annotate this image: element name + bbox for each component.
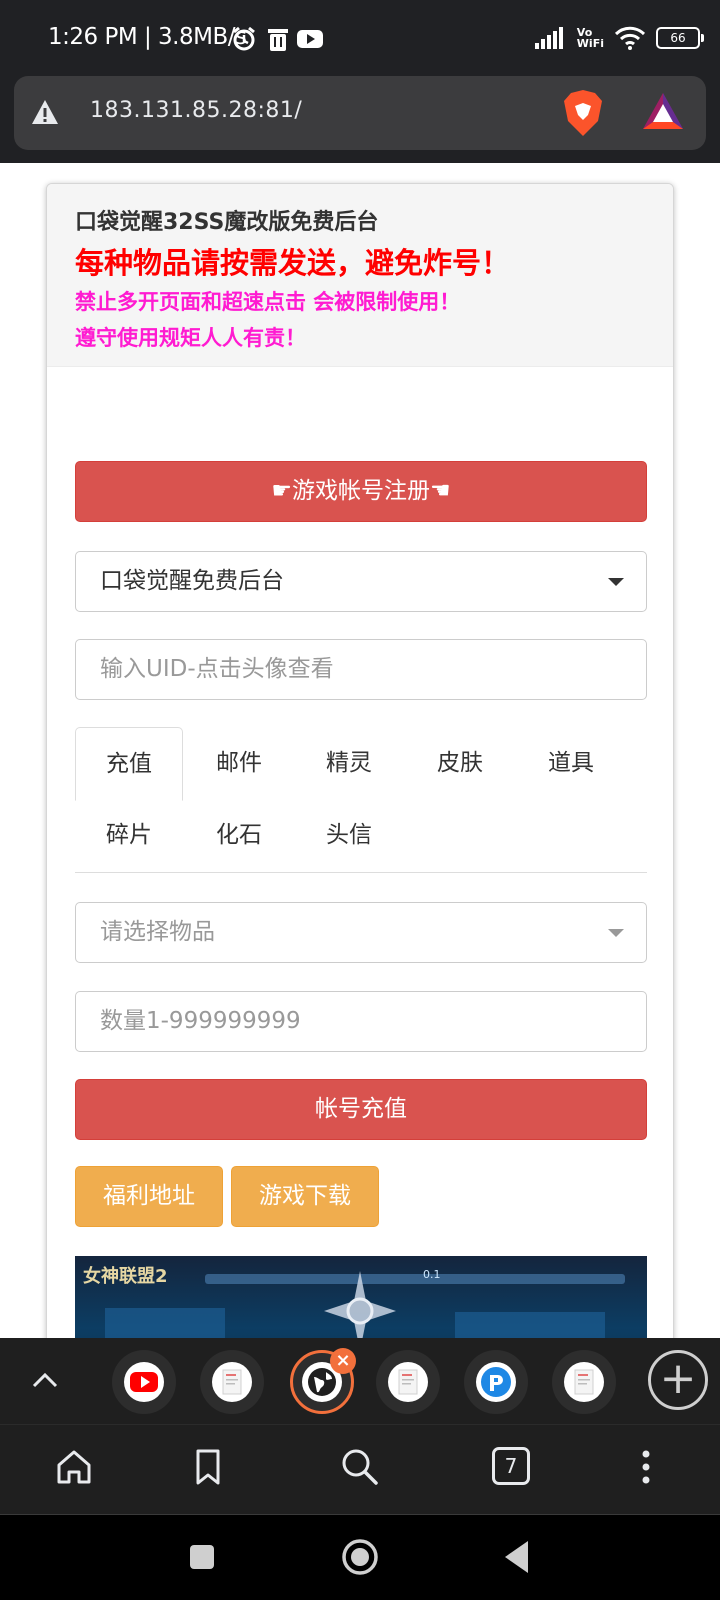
document-icon xyxy=(222,1369,242,1395)
browser-tab-strip: × + xyxy=(0,1338,720,1424)
system-navigation-bar xyxy=(0,1514,720,1600)
browser-toolbar: 7 xyxy=(0,1424,720,1514)
welfare-link-button[interactable]: 福利地址 xyxy=(75,1166,223,1227)
chevron-down-icon xyxy=(608,929,624,937)
tab-fossil[interactable]: 化石 xyxy=(185,799,293,873)
status-time-speed: 1:26 PM | 3.8MB/s xyxy=(48,24,247,50)
youtube-status-icon xyxy=(297,30,323,48)
chevron-up-icon[interactable] xyxy=(28,1364,62,1398)
new-tab-button[interactable]: + xyxy=(648,1350,708,1410)
browser-tab-page-3[interactable] xyxy=(464,1350,528,1414)
home-icon[interactable] xyxy=(52,1445,96,1489)
chevron-down-icon xyxy=(608,578,624,586)
back-icon[interactable] xyxy=(502,1539,532,1575)
battery-icon: 66 xyxy=(656,27,704,49)
search-icon[interactable] xyxy=(338,1445,382,1489)
youtube-icon xyxy=(130,1372,158,1392)
status-right-group: Vo WiFi 66 xyxy=(534,22,704,54)
youtube-favicon xyxy=(124,1362,164,1402)
banner-logo: 女神联盟2 xyxy=(83,1266,168,1287)
bookmark-icon[interactable] xyxy=(186,1445,230,1489)
banner-version: 0.1 xyxy=(423,1268,441,1281)
panel-card: 口袋觉醒32SS魔改版免费后台 每种物品请按需发送，避免炸号！ 禁止多开页面和超… xyxy=(46,183,674,1338)
game-download-button[interactable]: 游戏下载 xyxy=(231,1166,379,1227)
brave-rewards-icon[interactable] xyxy=(640,90,686,134)
address-bar-container: 183.131.85.28:81/ xyxy=(0,76,720,163)
status-bar: 1:26 PM | 3.8MB/s Vo WiFi 66 xyxy=(0,0,720,76)
item-select-placeholder: 请选择物品 xyxy=(100,919,215,945)
browser-tab-youtube[interactable] xyxy=(112,1350,176,1414)
tab-props[interactable]: 道具 xyxy=(517,727,625,801)
tabs-icon[interactable]: 7 xyxy=(492,1447,530,1485)
tab-skin[interactable]: 皮肤 xyxy=(406,727,514,801)
compass-emblem-icon xyxy=(324,1271,396,1338)
header-note-2: 遵守使用规矩人人有责！ xyxy=(75,326,306,350)
uid-input[interactable]: 输入UID-点击头像查看 xyxy=(75,639,647,700)
header-note-1: 禁止多开页面和超速点击 会被限制使用！ xyxy=(75,290,461,314)
quantity-input[interactable]: 数量1-999999999 xyxy=(75,991,647,1052)
panel-header: 口袋觉醒32SS魔改版免费后台 每种物品请按需发送，避免炸号！ 禁止多开页面和超… xyxy=(47,184,673,367)
game-banner-image[interactable]: 女神联盟2 0.1 xyxy=(75,1256,647,1338)
gp-logo-icon xyxy=(481,1367,511,1397)
url-text[interactable]: 183.131.85.28:81/ xyxy=(90,98,302,123)
brave-shields-icon[interactable] xyxy=(560,88,606,138)
browser-tab-page-1[interactable] xyxy=(200,1350,264,1414)
banner-shape-left xyxy=(105,1308,225,1338)
tab-fragments[interactable]: 碎片 xyxy=(75,799,183,873)
header-title: 口袋觉醒32SS魔改版免费后台 xyxy=(75,210,379,235)
more-icon[interactable] xyxy=(624,1445,668,1489)
trash-icon xyxy=(268,29,288,51)
document-icon xyxy=(574,1369,594,1395)
not-secure-warning-icon[interactable] xyxy=(30,98,60,126)
banner-shape-right xyxy=(455,1312,605,1338)
register-account-button[interactable]: ☛游戏帐号注册☚ xyxy=(75,461,647,522)
vowifi-indicator: Vo WiFi xyxy=(577,27,604,49)
banner-glow-bar xyxy=(205,1274,625,1284)
document-icon xyxy=(398,1369,418,1395)
vowifi-bottom: WiFi xyxy=(576,37,604,50)
address-bar[interactable]: 183.131.85.28:81/ xyxy=(14,76,706,150)
browser-tab-page-2[interactable] xyxy=(376,1350,440,1414)
tab-recharge[interactable]: 充值 xyxy=(75,727,183,801)
wifi-icon xyxy=(614,26,646,50)
page-favicon xyxy=(388,1362,428,1402)
signal-icon xyxy=(534,27,563,49)
tab-head-letter[interactable]: 头信 xyxy=(295,799,403,873)
page-favicon xyxy=(564,1362,604,1402)
server-select[interactable]: 口袋觉醒免费后台 xyxy=(75,551,647,612)
page-favicon xyxy=(212,1362,252,1402)
home-circle-icon[interactable] xyxy=(340,1537,380,1577)
tab-mail[interactable]: 邮件 xyxy=(185,727,293,801)
gp-favicon xyxy=(476,1362,516,1402)
web-page: 口袋觉醒32SS魔改版免费后台 每种物品请按需发送，避免炸号！ 禁止多开页面和超… xyxy=(0,163,720,1338)
header-warning: 每种物品请按需发送，避免炸号！ xyxy=(75,246,511,280)
account-recharge-button[interactable]: 帐号充值 xyxy=(75,1079,647,1140)
browser-tab-page-4[interactable] xyxy=(552,1350,616,1414)
close-tab-icon[interactable]: × xyxy=(330,1348,356,1374)
item-select[interactable]: 请选择物品 xyxy=(75,902,647,963)
item-category-tabs: 充值 邮件 精灵 皮肤 道具 碎片 化石 头信 xyxy=(75,727,647,873)
server-select-value: 口袋觉醒免费后台 xyxy=(100,568,284,594)
alarm-icon xyxy=(233,26,255,51)
tab-spirit[interactable]: 精灵 xyxy=(295,727,403,801)
recents-icon[interactable] xyxy=(188,1543,216,1571)
